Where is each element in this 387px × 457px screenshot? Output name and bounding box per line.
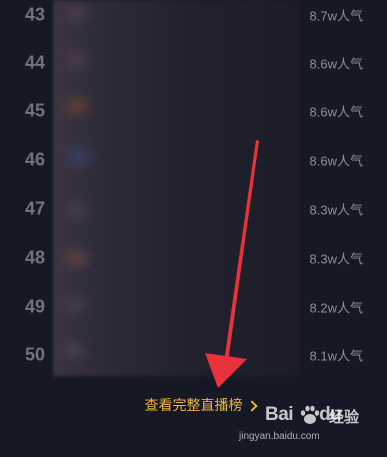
rank-number: 48 — [25, 247, 46, 267]
baidu-paw-icon — [300, 405, 320, 424]
rank-number: 45 — [25, 100, 46, 120]
rank-number: 49 — [25, 296, 46, 316]
rank-number: 44 — [25, 52, 46, 72]
popularity-count: 8.6w人气 — [309, 56, 363, 71]
ranking-row[interactable]: 50 8.1w人气 — [0, 330, 387, 379]
popularity-count: 8.3w人气 — [309, 202, 363, 217]
ranking-list: 43 8.7w人气 44 8.6w人气 45 8.6w人气 46 8.6w人气 … — [0, 0, 387, 380]
watermark-url: jingyan.baidu.com — [239, 431, 320, 442]
chevron-right-icon — [245, 399, 258, 412]
popularity-count: 8.1w人气 — [309, 348, 363, 363]
ranking-row[interactable]: 45 8.6w人气 — [0, 86, 387, 135]
rank-number: 47 — [25, 198, 46, 218]
popularity-count: 8.6w人气 — [309, 153, 363, 168]
ranking-row[interactable]: 47 8.3w人气 — [0, 184, 387, 233]
popularity-count: 8.2w人气 — [309, 300, 363, 315]
ranking-row[interactable]: 49 8.2w人气 — [0, 282, 387, 331]
popularity-count: 8.6w人气 — [309, 104, 363, 119]
rank-number: 43 — [25, 4, 46, 24]
ranking-row[interactable]: 43 8.7w人气 — [0, 0, 387, 39]
watermark-product: 经验 — [329, 409, 360, 426]
ranking-row[interactable]: 46 8.6w人气 — [0, 135, 387, 184]
popularity-count: 8.3w人气 — [309, 251, 363, 266]
rank-number: 50 — [25, 344, 46, 364]
view-full-ranking-label: 查看完整直播榜 — [144, 397, 243, 413]
ranking-row[interactable]: 44 8.6w人气 — [0, 38, 387, 87]
ranking-row[interactable]: 48 8.3w人气 — [0, 233, 387, 282]
rank-number: 46 — [25, 149, 46, 169]
popularity-count: 8.7w人气 — [309, 8, 363, 23]
baidu-jingyan-watermark: Bai du 经验 jingyan.baidu.com — [239, 404, 365, 448]
